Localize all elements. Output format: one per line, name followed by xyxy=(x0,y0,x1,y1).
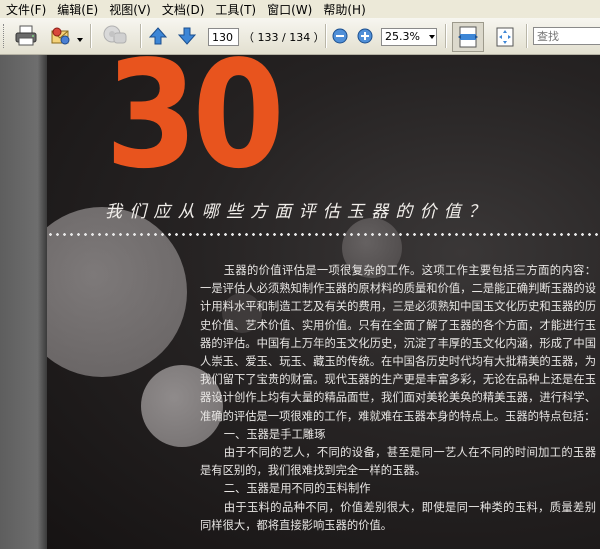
zoom-value: 25.3% xyxy=(385,30,420,43)
fit-page-button[interactable] xyxy=(491,23,519,51)
pdf-page: 30 我们应从哪些方面评估玉器的价值？ 玉器的价值评估是一项很复杂的工作。这项工… xyxy=(47,55,600,549)
paragraph: 玉器的价值评估是一项很复杂的工作。这项工作主要包括三方面的内容：一是评估人必须熟… xyxy=(200,264,596,423)
zoom-in-icon xyxy=(357,28,373,44)
subheading: 一、玉器是手工雕琢 xyxy=(223,427,326,441)
zoom-out-icon xyxy=(332,28,348,44)
zoom-in-button[interactable] xyxy=(356,27,374,45)
paragraph: 由于不同的艺人，不同的设备，甚至是同一艺人在不同的时间加工的玉器是有区别的，我们… xyxy=(200,446,596,478)
search-input[interactable] xyxy=(533,27,600,45)
fit-width-icon xyxy=(458,26,478,48)
mail-attach-icon xyxy=(51,27,70,45)
document-viewport[interactable]: 30 我们应从哪些方面评估玉器的价值？ 玉器的价值评估是一项很复杂的工作。这项工… xyxy=(0,55,600,549)
menu-help[interactable]: 帮助(H) xyxy=(317,1,370,18)
next-page-icon xyxy=(177,27,197,45)
email-dropdown-arrow[interactable] xyxy=(77,38,83,42)
fit-page-icon xyxy=(496,27,514,47)
menu-document[interactable]: 文档(D) xyxy=(156,1,210,18)
navigation-pane-edge xyxy=(0,55,47,549)
menu-window[interactable]: 窗口(W) xyxy=(261,1,317,18)
menu-edit[interactable]: 编辑(E) xyxy=(51,1,103,18)
toolbar-grip[interactable] xyxy=(3,24,7,48)
zoom-dropdown-arrow[interactable] xyxy=(429,35,435,39)
next-page-button[interactable] xyxy=(175,25,199,47)
menu-tools[interactable]: 工具(T) xyxy=(209,1,261,18)
prev-page-icon xyxy=(148,27,168,45)
page-number-input[interactable] xyxy=(208,28,239,46)
email-button[interactable] xyxy=(47,23,75,49)
print-button[interactable] xyxy=(12,23,40,49)
print-icon xyxy=(15,25,37,46)
hand-tool-icon xyxy=(103,25,127,44)
section-heading: 我们应从哪些方面评估玉器的价值？ xyxy=(105,202,493,222)
hand-tool-button[interactable] xyxy=(100,22,130,50)
chapter-number: 30 xyxy=(105,55,285,201)
paragraph: 由于玉料的品种不同，价值差别很大，即使是同一种类的玉料，质量差别同样很大，都将直… xyxy=(200,500,596,532)
dotted-divider xyxy=(47,233,600,236)
body-text: 玉器的价值评估是一项很复杂的工作。这项工作主要包括三方面的内容：一是评估人必须熟… xyxy=(200,262,596,535)
toolbar: （ 133 / 134 ） 25.3% xyxy=(0,18,600,55)
subheading: 二、玉器是用不同的玉料制作 xyxy=(223,482,371,496)
previous-page-button[interactable] xyxy=(146,25,170,47)
menu-bar: 文件(F) 编辑(E) 视图(V) 文档(D) 工具(T) 窗口(W) 帮助(H… xyxy=(0,0,600,18)
page-count-label: （ 133 / 134 ） xyxy=(243,31,325,44)
menu-file[interactable]: 文件(F) xyxy=(0,1,51,18)
fit-width-button[interactable] xyxy=(452,22,484,52)
menu-view[interactable]: 视图(V) xyxy=(103,1,156,18)
zoom-out-button[interactable] xyxy=(331,27,349,45)
